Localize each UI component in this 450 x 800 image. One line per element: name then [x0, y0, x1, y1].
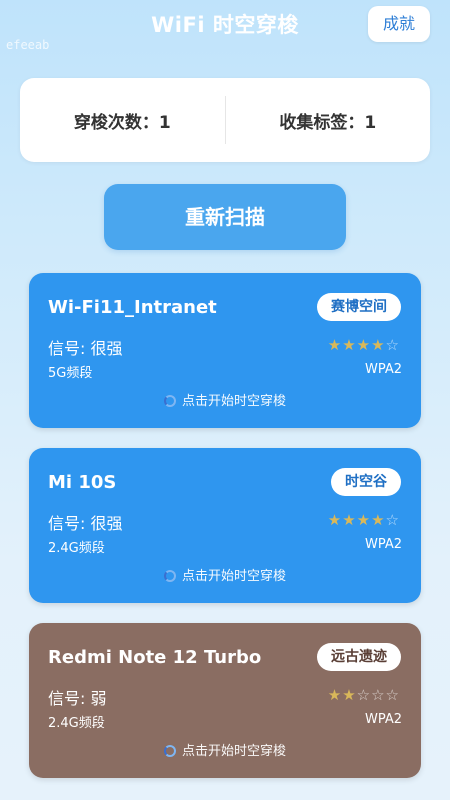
signal-strength: 信号: 弱: [48, 689, 107, 708]
zone-tag: 时空谷: [331, 468, 401, 496]
wifi-card[interactable]: Redmi Note 12 Turbo 远古遗迹 信号: 弱 ★★☆☆☆ 2.4…: [29, 623, 421, 778]
wifi-name: Wi-Fi11_Intranet: [48, 297, 217, 318]
achievements-button[interactable]: 成就: [368, 6, 430, 42]
signal-stars: ★★★★☆: [328, 336, 400, 354]
star-empty-icon: ☆: [385, 511, 400, 529]
travel-hint-text: 点击开始时空穿梭: [181, 744, 286, 759]
signal-stars: ★★★★☆: [328, 511, 400, 529]
travel-hint-text: 点击开始时空穿梭: [181, 569, 286, 584]
tag-count: 收集标签：1: [279, 112, 377, 133]
signal-stars: ★★☆☆☆: [328, 686, 400, 704]
portal-icon: [163, 570, 176, 582]
travel-hint: 点击开始时空穿梭: [29, 565, 421, 584]
wifi-name: Mi 10S: [48, 472, 117, 493]
star-empty-icon: ☆: [371, 686, 386, 704]
star-filled-icon: ★: [342, 511, 357, 529]
rescan-button[interactable]: 重新扫描: [104, 184, 346, 250]
travel-hint-text: 点击开始时空穿梭: [181, 394, 286, 409]
signal-strength: 信号: 很强: [48, 339, 123, 358]
security-type: WPA2: [364, 362, 402, 377]
frequency-band: 2.4G频段: [48, 541, 105, 556]
frequency-band: 2.4G频段: [48, 716, 105, 731]
security-type: WPA2: [364, 712, 402, 727]
zone-tag: 赛博空间: [317, 293, 401, 321]
travel-hint: 点击开始时空穿梭: [29, 740, 421, 759]
star-filled-icon: ★: [327, 686, 343, 704]
travel-count: 穿梭次数：1: [73, 112, 171, 133]
wifi-card[interactable]: Mi 10S 时空谷 信号: 很强 ★★★★☆ 2.4G频段 WPA2 点击开始…: [29, 448, 421, 603]
star-filled-icon: ★: [356, 336, 372, 354]
star-empty-icon: ☆: [385, 336, 400, 354]
star-filled-icon: ★: [327, 511, 343, 529]
portal-icon: [163, 745, 176, 757]
travel-hint: 点击开始时空穿梭: [29, 390, 421, 409]
star-filled-icon: ★: [327, 336, 343, 354]
zone-tag: 远古遗迹: [317, 643, 401, 671]
frequency-band: 5G频段: [48, 366, 93, 381]
watermark-text: efeeab: [6, 38, 50, 52]
signal-strength: 信号: 很强: [48, 514, 123, 533]
star-empty-icon: ☆: [385, 686, 400, 704]
star-filled-icon: ★: [371, 336, 386, 354]
security-type: WPA2: [364, 537, 402, 552]
star-filled-icon: ★: [371, 511, 386, 529]
portal-icon: [163, 395, 176, 407]
wifi-name: Redmi Note 12 Turbo: [48, 647, 262, 668]
wifi-card[interactable]: Wi-Fi11_Intranet 赛博空间 信号: 很强 ★★★★☆ 5G频段 …: [29, 273, 421, 428]
stats-panel: 穿梭次数：1 收集标签：1: [20, 78, 430, 162]
star-filled-icon: ★: [356, 511, 372, 529]
star-filled-icon: ★: [342, 336, 357, 354]
star-filled-icon: ★: [342, 686, 357, 704]
star-empty-icon: ☆: [356, 686, 372, 704]
